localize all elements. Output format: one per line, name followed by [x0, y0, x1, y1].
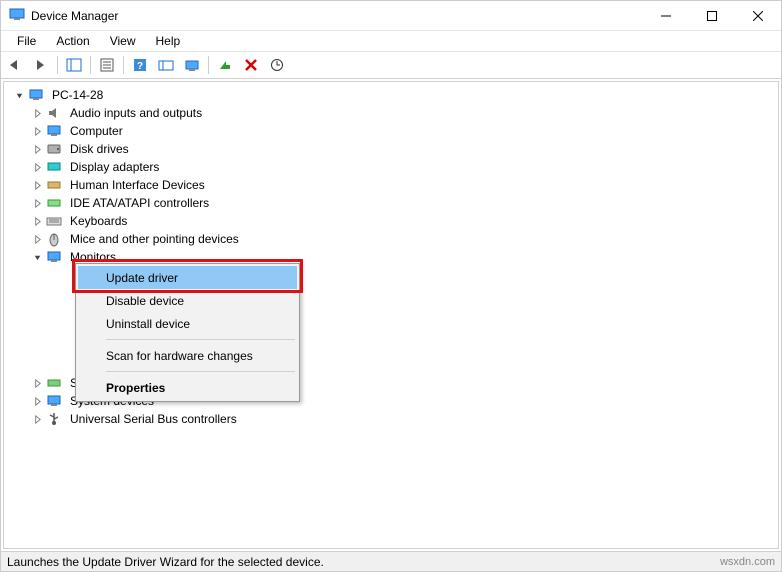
menu-view[interactable]: View [102, 32, 144, 50]
expand-icon[interactable] [30, 178, 44, 192]
scan-hardware-icon[interactable] [265, 53, 289, 77]
collapse-icon[interactable] [30, 250, 44, 264]
tree-category-audio[interactable]: Audio inputs and outputs [8, 104, 778, 122]
ctx-scan-hardware[interactable]: Scan for hardware changes [78, 344, 297, 367]
maximize-button[interactable] [689, 1, 735, 31]
menu-separator [106, 339, 295, 340]
menu-separator [106, 371, 295, 372]
minimize-button[interactable] [643, 1, 689, 31]
tree-category-disk-drives[interactable]: Disk drives [8, 140, 778, 158]
display-adapter-icon [46, 159, 62, 175]
show-hide-console-tree-icon[interactable] [62, 53, 86, 77]
expand-icon[interactable] [30, 106, 44, 120]
expand-icon[interactable] [30, 196, 44, 210]
audio-icon [46, 105, 62, 121]
storage-controller-icon [46, 375, 62, 391]
menu-bar: File Action View Help [1, 31, 781, 51]
close-button[interactable] [735, 1, 781, 31]
disk-icon [46, 141, 62, 157]
menu-file[interactable]: File [9, 32, 44, 50]
help-icon[interactable]: ? [128, 53, 152, 77]
tree-category-usb[interactable]: Universal Serial Bus controllers [8, 410, 778, 428]
tree-category-ide[interactable]: IDE ATA/ATAPI controllers [8, 194, 778, 212]
computer-icon [46, 123, 62, 139]
collapse-icon[interactable] [12, 88, 26, 102]
mouse-icon [46, 231, 62, 247]
tree-category-hid[interactable]: Human Interface Devices [8, 176, 778, 194]
uninstall-icon[interactable] [239, 53, 263, 77]
tree-category-display[interactable]: Display adapters [8, 158, 778, 176]
hid-icon [46, 177, 62, 193]
expand-icon[interactable] [30, 214, 44, 228]
ctx-properties[interactable]: Properties [78, 376, 297, 399]
ide-icon [46, 195, 62, 211]
status-text: Launches the Update Driver Wizard for th… [7, 555, 324, 569]
expand-icon[interactable] [30, 376, 44, 390]
expand-icon[interactable] [30, 232, 44, 246]
monitor-icon [46, 249, 62, 265]
properties-icon[interactable] [95, 53, 119, 77]
expand-icon[interactable] [30, 394, 44, 408]
expand-icon[interactable] [30, 160, 44, 174]
update-driver-icon[interactable] [180, 53, 204, 77]
install-icon[interactable] [213, 53, 237, 77]
action-icon[interactable] [154, 53, 178, 77]
forward-button[interactable] [29, 53, 53, 77]
menu-help[interactable]: Help [148, 32, 189, 50]
tree-category-mice[interactable]: Mice and other pointing devices [8, 230, 778, 248]
expand-icon[interactable] [30, 124, 44, 138]
expand-icon[interactable] [30, 142, 44, 156]
ctx-disable-device[interactable]: Disable device [78, 289, 297, 312]
expand-icon[interactable] [30, 412, 44, 426]
tree-category-keyboards[interactable]: Keyboards [8, 212, 778, 230]
app-icon [9, 6, 25, 25]
back-button[interactable] [3, 53, 27, 77]
title-bar: Device Manager [1, 1, 781, 31]
status-bar: Launches the Update Driver Wizard for th… [1, 551, 781, 571]
menu-action[interactable]: Action [48, 32, 97, 50]
tree-category-computer[interactable]: Computer [8, 122, 778, 140]
system-device-icon [46, 393, 62, 409]
svg-text:?: ? [137, 61, 143, 72]
window-title: Device Manager [31, 9, 118, 23]
tree-root-label: PC-14-28 [50, 87, 105, 103]
usb-icon [46, 411, 62, 427]
ctx-update-driver[interactable]: Update driver [78, 266, 297, 289]
keyboard-icon [46, 213, 62, 229]
ctx-uninstall-device[interactable]: Uninstall device [78, 312, 297, 335]
context-menu: Update driver Disable device Uninstall d… [75, 263, 300, 402]
tree-root[interactable]: PC-14-28 [8, 86, 778, 104]
watermark: wsxdn.com [720, 556, 775, 568]
computer-icon [28, 87, 44, 103]
toolbar: ? [1, 51, 781, 79]
